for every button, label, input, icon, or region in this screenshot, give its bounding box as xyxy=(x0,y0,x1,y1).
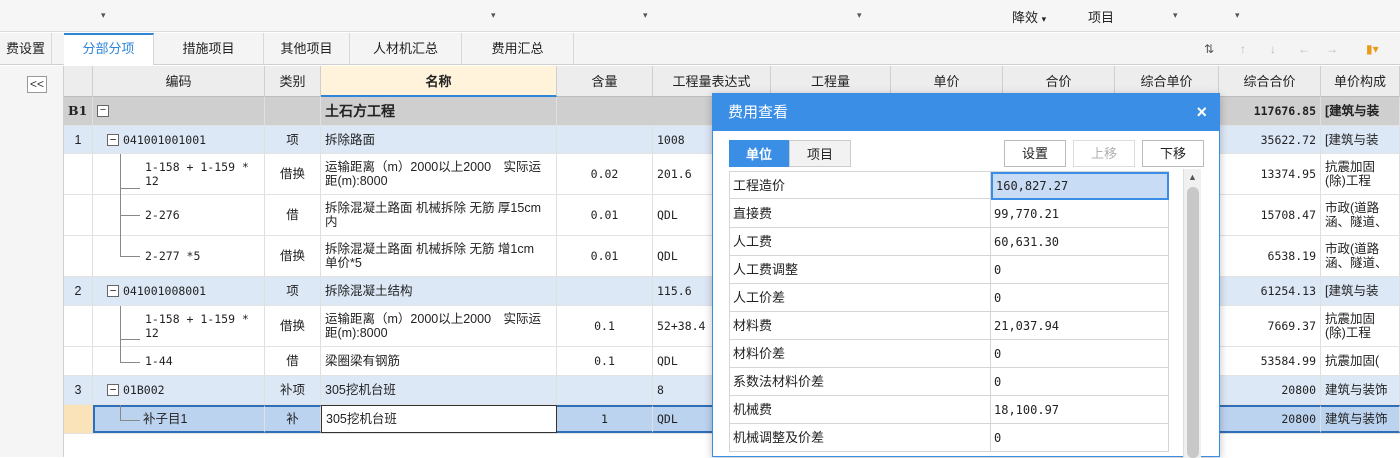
move-down-button[interactable]: 下移 xyxy=(1142,140,1204,167)
dropdown-arrow-icon[interactable]: ▾ xyxy=(1235,10,1240,21)
fee-row[interactable]: 机械调整及价差 0 xyxy=(729,424,1169,452)
header-index xyxy=(64,66,93,97)
tree-line xyxy=(120,362,140,363)
tree-collapse-icon[interactable]: − xyxy=(107,384,119,396)
dialog-title: 费用查看 xyxy=(713,94,1219,131)
left-navigation-pane: << xyxy=(0,66,64,457)
header-content[interactable]: 含量 xyxy=(557,66,653,97)
dropdown-arrow-icon[interactable]: ▾ xyxy=(643,10,648,21)
toolbar-button-降效[interactable]: 降效 ▾ xyxy=(1012,7,1046,26)
fee-row[interactable]: 人工费调整 0 xyxy=(729,256,1169,284)
fee-row[interactable]: 机械费 18,100.97 xyxy=(729,396,1169,424)
header-price-composition[interactable]: 单价构成 xyxy=(1321,66,1400,97)
fee-row[interactable]: 材料费 21,037.94 xyxy=(729,312,1169,340)
header-name[interactable]: 名称 xyxy=(321,66,557,97)
tree-collapse-icon[interactable]: − xyxy=(107,285,119,297)
fee-row[interactable]: 人工价差 0 xyxy=(729,284,1169,312)
fee-row[interactable]: 材料价差 0 xyxy=(729,340,1169,368)
move-up-button[interactable]: 上移 xyxy=(1073,140,1135,167)
vertical-scrollbar[interactable]: ▲ xyxy=(1183,169,1201,458)
fee-row[interactable]: 人工费 60,631.30 xyxy=(729,228,1169,256)
collapse-pane-button[interactable]: << xyxy=(27,76,47,93)
tab-other-items[interactable]: 其他项目 xyxy=(264,33,350,65)
name-edit-cell[interactable]: 305挖机台班 xyxy=(321,405,557,433)
fee-row[interactable]: 工程造价 160,827.27 xyxy=(729,171,1169,200)
scroll-up-icon[interactable]: ▲ xyxy=(1188,172,1197,182)
tree-line xyxy=(120,256,140,257)
tab-unit[interactable]: 单位 xyxy=(729,140,789,167)
header-code[interactable]: 编码 xyxy=(93,66,265,97)
tree-line xyxy=(120,339,140,340)
section-name: 土石方工程 xyxy=(321,97,557,125)
tree-line xyxy=(120,188,140,189)
fee-row[interactable]: 系数法材料价差 0 xyxy=(729,368,1169,396)
dropdown-arrow-icon[interactable]: ▾ xyxy=(1173,10,1178,21)
ribbon-toolbar: ▾ ▾ ▾ ▾ 降效 ▾ 项目 ▾ ▾ xyxy=(0,0,1400,32)
tree-line xyxy=(120,154,121,256)
tree-line xyxy=(120,306,121,362)
tab-sub-items[interactable]: 分部分项 xyxy=(64,33,154,65)
toolbar-button-项目[interactable]: 项目 xyxy=(1088,7,1114,26)
move-down-icon[interactable]: ↓ xyxy=(1270,42,1276,56)
color-palette-icon[interactable]: ▮▾ xyxy=(1366,42,1379,56)
header-composite-total[interactable]: 综合合价 xyxy=(1219,66,1321,97)
tab-measures[interactable]: 措施项目 xyxy=(154,33,264,65)
sort-icon[interactable]: ⇅ xyxy=(1204,42,1214,56)
scrollbar-thumb[interactable] xyxy=(1187,187,1199,458)
move-right-icon[interactable]: → xyxy=(1326,42,1338,56)
tree-line xyxy=(120,405,121,420)
move-up-icon[interactable]: ↑ xyxy=(1240,42,1246,56)
fee-view-dialog: 费用查看 × 单位 项目 设置 上移 下移 工程造价 160,827.27 直接… xyxy=(712,93,1220,458)
fee-row[interactable]: 直接费 99,770.21 xyxy=(729,200,1169,228)
tab-fee-settings[interactable]: 费设置 xyxy=(0,33,52,65)
dropdown-arrow-icon[interactable]: ▾ xyxy=(857,10,862,21)
header-type[interactable]: 类别 xyxy=(265,66,321,97)
tree-collapse-icon[interactable]: − xyxy=(107,133,119,146)
settings-button[interactable]: 设置 xyxy=(1004,140,1066,167)
tab-project[interactable]: 项目 xyxy=(789,140,851,167)
module-tab-bar: 费设置 分部分项 措施项目 其他项目 人材机汇总 费用汇总 ⇅ ↑ ↓ ← → … xyxy=(0,33,1400,65)
move-left-icon[interactable]: ← xyxy=(1298,42,1310,56)
dropdown-arrow-icon[interactable]: ▾ xyxy=(101,10,106,21)
tab-labor-material-summary[interactable]: 人材机汇总 xyxy=(350,33,462,65)
close-icon[interactable]: × xyxy=(1196,102,1207,123)
dropdown-arrow-icon[interactable]: ▾ xyxy=(491,10,496,21)
tree-collapse-icon[interactable]: − xyxy=(97,105,109,117)
tree-line xyxy=(120,215,140,216)
tree-line xyxy=(120,420,140,421)
tab-fee-summary[interactable]: 费用汇总 xyxy=(462,33,574,65)
